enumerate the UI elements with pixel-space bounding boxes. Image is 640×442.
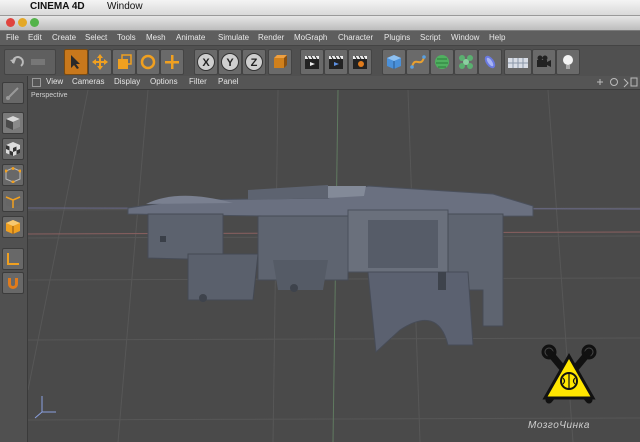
- menu-create[interactable]: Create: [52, 33, 76, 42]
- viewport-scene: [28, 90, 640, 442]
- add-spline-button[interactable]: [406, 49, 430, 75]
- model-cube-icon: [6, 116, 20, 130]
- rotate-icon: [140, 54, 156, 70]
- axis-icon: [7, 253, 19, 265]
- x-axis-label: X: [202, 57, 210, 69]
- menu-script[interactable]: Script: [420, 33, 440, 42]
- points-cube-icon: [5, 167, 21, 183]
- 3d-model-mesh: [127, 185, 534, 354]
- add-deformer-button[interactable]: [478, 49, 502, 75]
- add-light-button[interactable]: [556, 49, 580, 75]
- move-tool[interactable]: [88, 49, 112, 75]
- rotate-tool[interactable]: [136, 49, 160, 75]
- cloner-icon: [459, 55, 473, 69]
- menu-mograph[interactable]: MoGraph: [294, 33, 327, 42]
- watermark-logo: [541, 344, 597, 404]
- edges-mode-button[interactable]: [2, 190, 24, 212]
- viewport-menu-options[interactable]: Options: [150, 77, 178, 86]
- y-axis-label: Y: [226, 57, 234, 69]
- z-axis-label: Z: [251, 57, 258, 69]
- camera-icon: [537, 55, 551, 67]
- model-mode-button[interactable]: [2, 112, 24, 134]
- light-bulb-icon: [563, 55, 573, 69]
- floor-grid-icon: [508, 58, 528, 68]
- window-titlebar: [0, 16, 640, 31]
- scale-icon: [118, 54, 132, 69]
- left-tool-palette: [0, 76, 28, 442]
- tweak-mode-button[interactable]: [2, 272, 24, 294]
- menu-window[interactable]: Window: [451, 33, 479, 42]
- os-menubar: CINEMA 4D Window: [0, 0, 640, 16]
- live-selection-tool[interactable]: [64, 49, 88, 75]
- clapperboard-play-icon: [329, 55, 343, 69]
- y-axis-lock-button[interactable]: Y: [218, 49, 242, 75]
- menu-mesh[interactable]: Mesh: [146, 33, 166, 42]
- viewport-menu-cameras[interactable]: Cameras: [72, 77, 104, 86]
- viewport-menu-view[interactable]: View: [46, 77, 63, 86]
- axis-mode-button[interactable]: [2, 248, 24, 270]
- render-settings-button[interactable]: [348, 49, 372, 75]
- make-editable-icon: [6, 87, 19, 100]
- magnet-icon: [8, 278, 18, 289]
- perspective-viewport[interactable]: Perspective: [28, 90, 640, 442]
- menu-edit[interactable]: Edit: [28, 33, 42, 42]
- undo-button[interactable]: [4, 49, 56, 75]
- coordinate-system-button[interactable]: [268, 49, 292, 75]
- x-axis-lock-button[interactable]: X: [194, 49, 218, 75]
- axis-gizmo: [34, 396, 56, 419]
- minimize-window-button[interactable]: [18, 18, 27, 27]
- points-mode-button[interactable]: [2, 164, 24, 186]
- viewport-menu-panel[interactable]: Panel: [218, 77, 238, 86]
- clapperboard-icon: [305, 55, 319, 69]
- menu-file[interactable]: File: [6, 33, 19, 42]
- plus-icon: [165, 55, 179, 69]
- menu-select[interactable]: Select: [85, 33, 107, 42]
- menu-plugins[interactable]: Plugins: [384, 33, 410, 42]
- menu-character[interactable]: Character: [338, 33, 373, 42]
- cursor-arrow-icon: [71, 55, 80, 69]
- undo-icon: [10, 56, 45, 67]
- render-view-button[interactable]: [300, 49, 324, 75]
- window-menu[interactable]: Window: [107, 1, 143, 12]
- close-window-button[interactable]: [6, 18, 15, 27]
- scale-tool[interactable]: [112, 49, 136, 75]
- menu-tools[interactable]: Tools: [117, 33, 136, 42]
- add-camera-button[interactable]: [532, 49, 556, 75]
- main-toolbar: X Y Z: [0, 46, 640, 77]
- watermark-text: MозгоЧинка: [528, 420, 590, 431]
- viewport-menu-filter[interactable]: Filter: [189, 77, 207, 86]
- polygons-cube-icon: [6, 220, 20, 234]
- add-subdivision-surface-button[interactable]: [430, 49, 454, 75]
- subdivision-surface-icon: [435, 55, 449, 69]
- checker-cube-icon: [6, 142, 20, 156]
- move-icon: [92, 54, 108, 70]
- menu-render[interactable]: Render: [258, 33, 284, 42]
- menu-animate[interactable]: Animate: [176, 33, 205, 42]
- edges-cube-icon: [5, 194, 21, 208]
- add-mograph-cloner-button[interactable]: [454, 49, 478, 75]
- menu-simulate[interactable]: Simulate: [218, 33, 249, 42]
- viewport-navigation-icons[interactable]: [594, 77, 638, 88]
- z-axis-lock-button[interactable]: Z: [242, 49, 266, 75]
- menu-help[interactable]: Help: [489, 33, 505, 42]
- coordinate-system-icon: [274, 55, 287, 68]
- spline-pen-icon: [410, 55, 426, 69]
- viewport-menubar: View Cameras Display Options Filter Pane…: [28, 76, 640, 90]
- deformer-icon: [484, 55, 496, 69]
- app-name-menu[interactable]: CINEMA 4D: [30, 1, 85, 12]
- add-cube-button[interactable]: [382, 49, 406, 75]
- zoom-window-button[interactable]: [30, 18, 39, 27]
- render-to-picture-viewer-button[interactable]: [324, 49, 348, 75]
- viewport-menu-display[interactable]: Display: [114, 77, 140, 86]
- texture-mode-button[interactable]: [2, 138, 24, 160]
- make-editable-button[interactable]: [2, 82, 24, 104]
- add-environment-button[interactable]: [504, 49, 532, 75]
- cube-icon: [387, 55, 401, 69]
- recent-tool[interactable]: [160, 49, 184, 75]
- app-menubar: File Edit Create Select Tools Mesh Anima…: [0, 31, 640, 46]
- polygons-mode-button[interactable]: [2, 216, 24, 238]
- viewport-toggle-icon[interactable]: [32, 78, 42, 87]
- clapperboard-settings-icon: [353, 55, 367, 69]
